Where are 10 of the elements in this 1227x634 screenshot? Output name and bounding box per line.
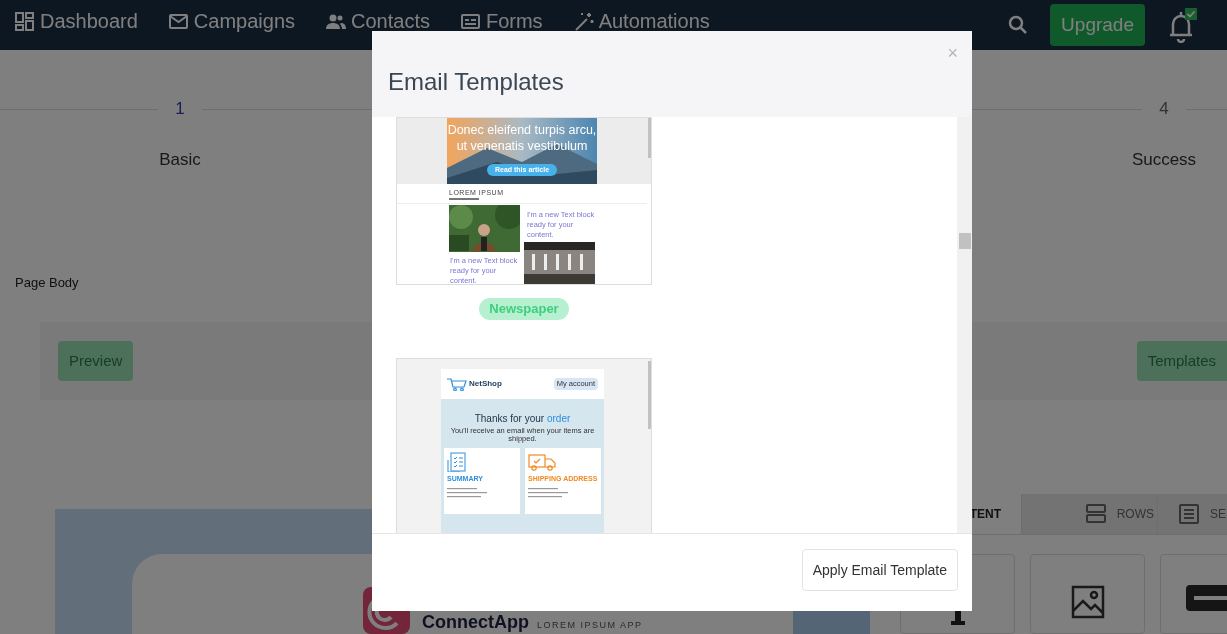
- email-heading: Thanks for your order: [473, 412, 572, 426]
- template-name-badge: Newspaper: [479, 298, 569, 320]
- step-label: Success: [1131, 149, 1197, 171]
- headline: Donec eleifend turpis arcu, ut venenatis vestibulum: [447, 122, 597, 154]
- section-label: Page Body: [14, 274, 80, 292]
- logo-tagline: LOREM IPSUM APP: [537, 620, 643, 630]
- logo-text: ConnectApp: [422, 613, 529, 631]
- brand-name: NetShop: [469, 378, 502, 390]
- modal-title: Email Templates: [388, 67, 564, 97]
- step-label: Basic: [159, 149, 201, 171]
